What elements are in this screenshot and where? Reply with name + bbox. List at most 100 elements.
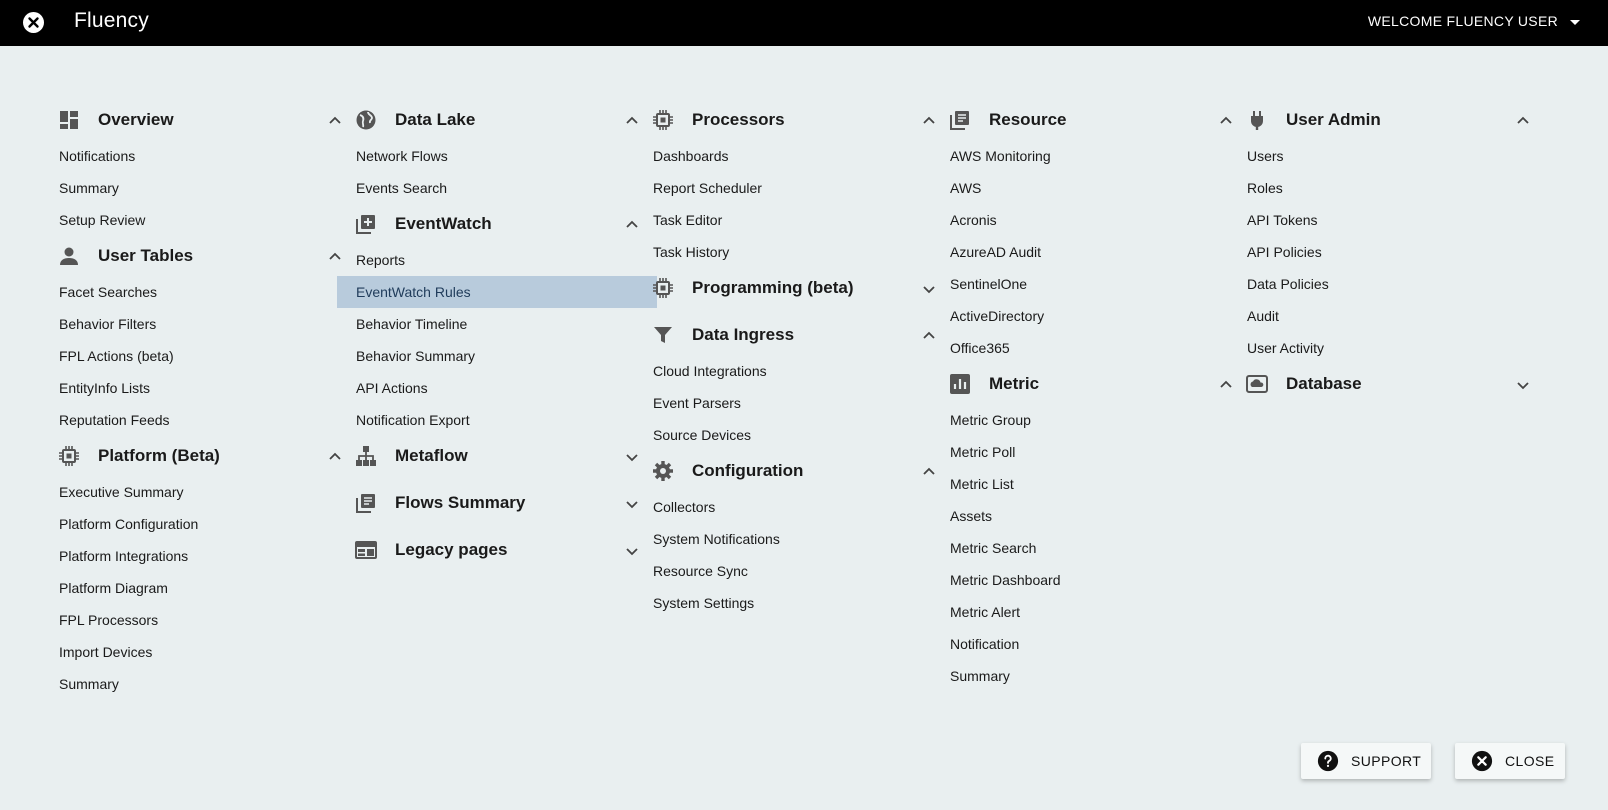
menu-item-import-devices[interactable]: Import Devices xyxy=(40,636,344,668)
menu-item-aws-monitoring[interactable]: AWS Monitoring xyxy=(931,140,1235,172)
menu-item-user-activity[interactable]: User Activity xyxy=(1228,332,1532,364)
close-circle-icon xyxy=(1471,750,1493,772)
menu-item-network-flows[interactable]: Network Flows xyxy=(337,140,641,172)
menu-item-summary[interactable]: Summary xyxy=(40,668,344,700)
menu-item-event-parsers[interactable]: Event Parsers xyxy=(634,387,938,419)
section-items: Metric Group Metric Poll Metric List Assets… xyxy=(931,404,1235,692)
section-header-eventwatch[interactable]: EventWatch xyxy=(337,204,641,244)
menu-item-audit[interactable]: Audit xyxy=(1228,300,1532,332)
menu-item-api-tokens[interactable]: API Tokens xyxy=(1228,204,1532,236)
menu-item-reputation-feeds[interactable]: Reputation Feeds xyxy=(40,404,344,436)
section-header-user-admin[interactable]: User Admin xyxy=(1228,100,1532,140)
menu-item-system-settings[interactable]: System Settings xyxy=(634,587,938,619)
menu-item-metric-poll[interactable]: Metric Poll xyxy=(931,436,1235,468)
menu-item-notification[interactable]: Notification xyxy=(931,628,1235,660)
section-header-programming-beta[interactable]: Programming (beta) xyxy=(634,268,938,308)
menu-item-metric-group[interactable]: Metric Group xyxy=(931,404,1235,436)
menu-item-facet-searches[interactable]: Facet Searches xyxy=(40,276,344,308)
top-bar: Fluency WELCOME FLUENCY USER xyxy=(0,0,1608,46)
section-title: EventWatch xyxy=(395,214,492,233)
close-menu-icon[interactable] xyxy=(23,12,44,33)
section-header-legacy-pages[interactable]: Legacy pages xyxy=(337,530,641,570)
web-icon xyxy=(355,541,377,559)
section-header-user-tables[interactable]: User Tables xyxy=(40,236,344,276)
section-header-database[interactable]: Database xyxy=(1228,364,1532,404)
menu-item-api-policies[interactable]: API Policies xyxy=(1228,236,1532,268)
menu-item-events-search[interactable]: Events Search xyxy=(337,172,641,204)
menu-item-cloud-integrations[interactable]: Cloud Integrations xyxy=(634,355,938,387)
menu-item-metric-search[interactable]: Metric Search xyxy=(931,532,1235,564)
menu-item-azuread-audit[interactable]: AzureAD Audit xyxy=(931,236,1235,268)
menu-item-users[interactable]: Users xyxy=(1228,140,1532,172)
menu-item-notifications[interactable]: Notifications xyxy=(40,140,344,172)
section-header-platform-beta[interactable]: Platform (Beta) xyxy=(40,436,344,476)
section-header-data-lake[interactable]: Data Lake xyxy=(337,100,641,140)
section-title: Platform (Beta) xyxy=(98,446,220,465)
menu-item-platform-integrations[interactable]: Platform Integrations xyxy=(40,540,344,572)
caret-down-icon xyxy=(1570,19,1580,25)
menu-item-aws[interactable]: AWS xyxy=(931,172,1235,204)
menu-item-notification-export[interactable]: Notification Export xyxy=(337,404,641,436)
menu-item-dashboards[interactable]: Dashboards xyxy=(634,140,938,172)
menu-item-entityinfo-lists[interactable]: EntityInfo Lists xyxy=(40,372,344,404)
menu-item-platform-diagram[interactable]: Platform Diagram xyxy=(40,572,344,604)
menu-item-source-devices[interactable]: Source Devices xyxy=(634,419,938,451)
menu-item-platform-configuration[interactable]: Platform Configuration xyxy=(40,508,344,540)
menu-item-office365[interactable]: Office365 xyxy=(931,332,1235,364)
menu-section-data-ingress: Data Ingress Cloud Integrations Event Pars… xyxy=(634,315,938,451)
section-items: Network Flows Events Search xyxy=(337,140,641,204)
menu-item-data-policies[interactable]: Data Policies xyxy=(1228,268,1532,300)
menu-item-metric-alert[interactable]: Metric Alert xyxy=(931,596,1235,628)
menu-section-database: Database xyxy=(1228,364,1532,404)
section-header-flows-summary[interactable]: Flows Summary xyxy=(337,483,641,523)
menu-item-task-editor[interactable]: Task Editor xyxy=(634,204,938,236)
menu-section-user-admin: User Admin Users Roles API Tokens API Polici… xyxy=(1228,100,1532,364)
section-header-processors[interactable]: Processors xyxy=(634,100,938,140)
menu-item-resource-sync[interactable]: Resource Sync xyxy=(634,555,938,587)
section-header-data-ingress[interactable]: Data Ingress xyxy=(634,315,938,355)
menu-item-collectors[interactable]: Collectors xyxy=(634,491,938,523)
close-label: CLOSE xyxy=(1505,753,1555,769)
menu-item-executive-summary[interactable]: Executive Summary xyxy=(40,476,344,508)
menu-item-api-actions[interactable]: API Actions xyxy=(337,372,641,404)
close-button[interactable]: CLOSE xyxy=(1455,743,1565,779)
menu-item-report-scheduler[interactable]: Report Scheduler xyxy=(634,172,938,204)
menu-item-fpl-processors[interactable]: FPL Processors xyxy=(40,604,344,636)
menu-section-processors: Processors Dashboards Report Scheduler Task… xyxy=(634,100,938,268)
support-button[interactable]: SUPPORT xyxy=(1301,743,1431,779)
section-header-overview[interactable]: Overview xyxy=(40,100,344,140)
section-items: Facet Searches Behavior Filters FPL Action… xyxy=(40,276,344,436)
menu-item-acronis[interactable]: Acronis xyxy=(931,204,1235,236)
menu-item-assets[interactable]: Assets xyxy=(931,500,1235,532)
menu-item-behavior-filters[interactable]: Behavior Filters xyxy=(40,308,344,340)
menu-item-setup-review[interactable]: Setup Review xyxy=(40,204,344,236)
user-menu-button[interactable]: WELCOME FLUENCY USER xyxy=(1368,13,1580,29)
person-icon xyxy=(60,247,78,265)
menu-item-task-history[interactable]: Task History xyxy=(634,236,938,268)
menu-item-summary[interactable]: Summary xyxy=(931,660,1235,692)
menu-section-resource: Resource AWS Monitoring AWS Acronis AzureAD … xyxy=(931,100,1235,364)
menu-item-sentinelone[interactable]: SentinelOne xyxy=(931,268,1235,300)
menu-column: Overview Notifications Summary Setup Review… xyxy=(40,100,344,700)
section-title: User Tables xyxy=(98,246,194,265)
menu-item-metric-dashboard[interactable]: Metric Dashboard xyxy=(931,564,1235,596)
menu-item-fpl-actions-beta[interactable]: FPL Actions (beta) xyxy=(40,340,344,372)
menu-item-activedirectory[interactable]: ActiveDirectory xyxy=(931,300,1235,332)
section-header-configuration[interactable]: Configuration xyxy=(634,451,938,491)
section-header-metaflow[interactable]: Metaflow xyxy=(337,436,641,476)
section-header-resource[interactable]: Resource xyxy=(931,100,1235,140)
menu-item-reports[interactable]: Reports xyxy=(337,244,641,276)
chevron-down-icon[interactable] xyxy=(1514,376,1532,394)
menu-item-behavior-summary[interactable]: Behavior Summary xyxy=(337,340,641,372)
menu-item-eventwatch-rules[interactable]: EventWatch Rules xyxy=(337,276,657,308)
menu-item-metric-list[interactable]: Metric List xyxy=(931,468,1235,500)
section-header-metric[interactable]: Metric xyxy=(931,364,1235,404)
menu-item-behavior-timeline[interactable]: Behavior Timeline xyxy=(337,308,641,340)
menu-column: Resource AWS Monitoring AWS Acronis AzureAD … xyxy=(931,100,1235,692)
chevron-up-icon[interactable] xyxy=(1514,112,1532,130)
menu-item-system-notifications[interactable]: System Notifications xyxy=(634,523,938,555)
menu-section-programming-beta: Programming (beta) xyxy=(634,268,938,308)
menu-item-summary[interactable]: Summary xyxy=(40,172,344,204)
menu-item-roles[interactable]: Roles xyxy=(1228,172,1532,204)
section-title: Metaflow xyxy=(395,446,468,465)
